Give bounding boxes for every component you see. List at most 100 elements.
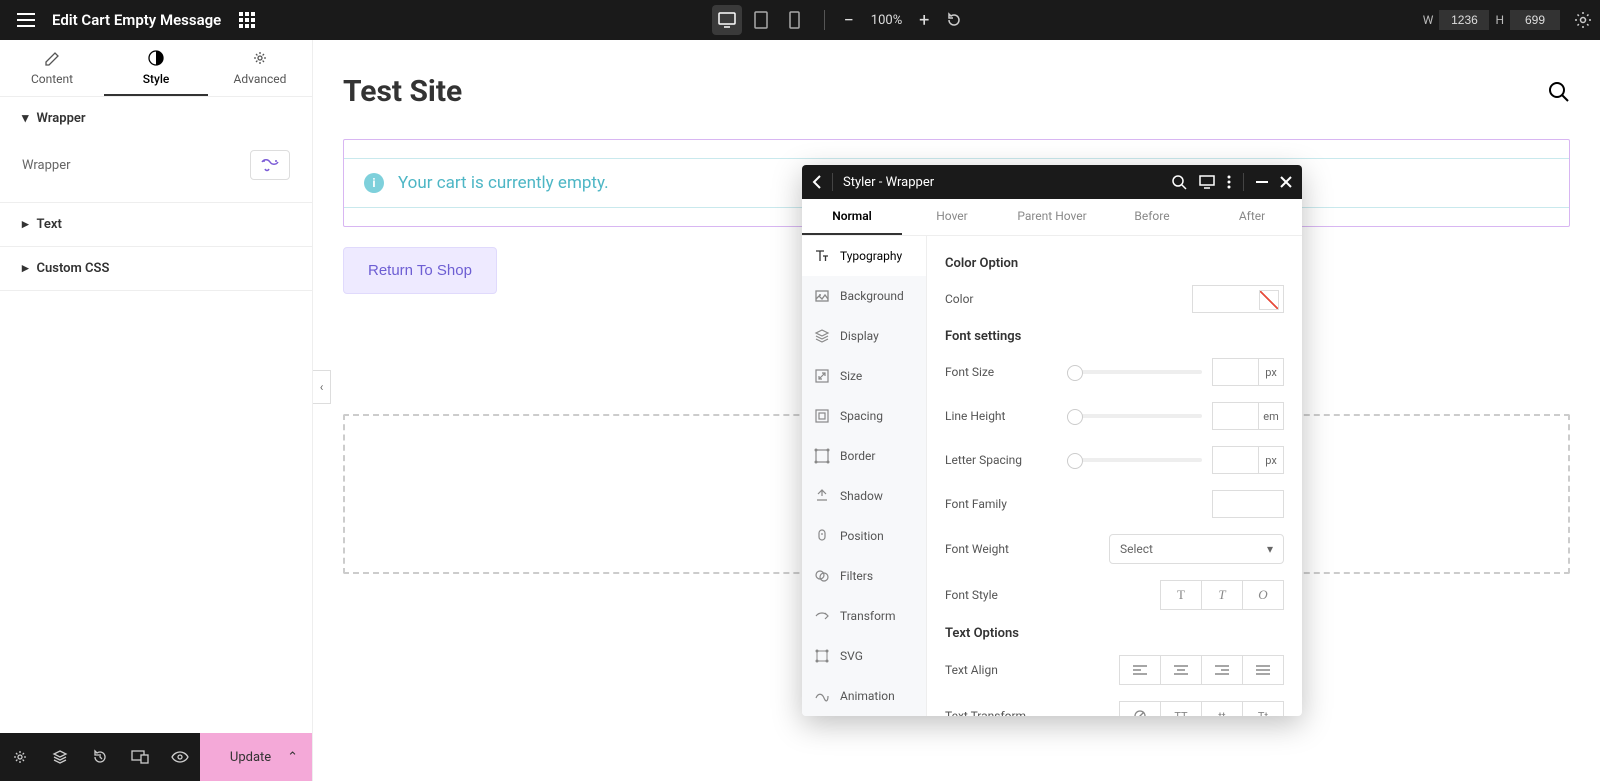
align-right[interactable]	[1201, 655, 1243, 685]
footer-history-button[interactable]	[80, 733, 120, 781]
tablet-button[interactable]	[746, 5, 776, 35]
transform-uppercase[interactable]: TT	[1160, 701, 1202, 716]
tab-advanced-label: Advanced	[234, 72, 287, 86]
font-style-normal[interactable]: T	[1160, 580, 1202, 610]
nav-border[interactable]: Border	[802, 436, 926, 476]
styler-search-button[interactable]	[1172, 175, 1187, 190]
color-option-title: Color Option	[945, 256, 1284, 271]
letter-spacing-unit[interactable]: px	[1258, 446, 1284, 474]
update-button[interactable]: Update ⌃	[200, 733, 312, 781]
footer-responsive-button[interactable]	[120, 733, 160, 781]
transform-lowercase[interactable]: tt	[1201, 701, 1243, 716]
nav-spacing[interactable]: Spacing	[802, 396, 926, 436]
nav-animation[interactable]: Animation	[802, 676, 926, 716]
transform-none[interactable]	[1119, 701, 1161, 716]
state-parent-hover[interactable]: Parent Hover	[1002, 199, 1102, 235]
align-center[interactable]	[1160, 655, 1202, 685]
state-normal[interactable]: Normal	[802, 199, 902, 235]
color-picker[interactable]	[1192, 285, 1284, 313]
close-button[interactable]	[1280, 176, 1292, 188]
font-style-group: T T O	[1160, 580, 1284, 610]
section-wrapper-header[interactable]: ▾ Wrapper	[0, 97, 312, 140]
width-input[interactable]	[1439, 10, 1489, 30]
return-to-shop-button[interactable]: Return To Shop	[343, 247, 497, 294]
caret-down-icon: ▾	[22, 111, 29, 126]
align-left[interactable]	[1119, 655, 1161, 685]
section-text: ▸ Text	[0, 203, 312, 247]
state-before[interactable]: Before	[1102, 199, 1202, 235]
transform-capitalize[interactable]: Tt	[1242, 701, 1284, 716]
styler-more-button[interactable]	[1227, 175, 1231, 189]
state-after[interactable]: After	[1202, 199, 1302, 235]
color-label: Color	[945, 292, 973, 306]
info-icon: i	[364, 173, 384, 193]
styler-content: Color Option Color Font settings Font Si…	[927, 236, 1302, 716]
nav-position[interactable]: Position	[802, 516, 926, 556]
text-options-title: Text Options	[945, 626, 1284, 641]
nav-svg[interactable]: SVG	[802, 636, 926, 676]
letter-spacing-input[interactable]	[1212, 446, 1258, 474]
font-size-unit[interactable]: px	[1258, 358, 1284, 386]
text-transform-group: TT tt Tt	[1119, 701, 1284, 716]
nav-filters[interactable]: Filters	[802, 556, 926, 596]
footer-preview-button[interactable]	[160, 733, 200, 781]
text-align-group	[1119, 655, 1284, 685]
font-size-slider[interactable]	[1067, 370, 1202, 374]
tab-style[interactable]: Style	[104, 40, 208, 96]
search-button[interactable]	[1548, 81, 1570, 103]
sidebar-collapse-button[interactable]: ‹	[313, 370, 331, 404]
styler-desktop-button[interactable]	[1199, 175, 1215, 189]
zoom-value: 100%	[871, 13, 902, 28]
mobile-button[interactable]	[780, 5, 810, 35]
font-size-input[interactable]	[1212, 358, 1258, 386]
desktop-button[interactable]	[712, 5, 742, 35]
zoom-group: − 100% +	[839, 10, 966, 31]
state-hover[interactable]: Hover	[902, 199, 1002, 235]
zoom-out-button[interactable]: −	[839, 10, 859, 31]
height-input[interactable]	[1510, 10, 1560, 30]
nav-shadow[interactable]: Shadow	[802, 476, 926, 516]
font-style-italic[interactable]: T	[1201, 580, 1243, 610]
nav-background[interactable]: Background	[802, 276, 926, 316]
section-text-header[interactable]: ▸ Text	[0, 203, 312, 246]
minimize-button[interactable]	[1256, 181, 1268, 183]
open-styler-button[interactable]	[250, 150, 290, 180]
chevron-up-icon: ⌃	[287, 750, 298, 765]
font-style-oblique[interactable]: O	[1242, 580, 1284, 610]
styler-title: Styler - Wrapper	[843, 175, 934, 190]
sidebar: Content Style Advanced ▾ Wrapper Wrapper	[0, 40, 313, 781]
sidebar-tabs: Content Style Advanced	[0, 40, 312, 97]
tab-content-label: Content	[31, 72, 73, 86]
align-justify[interactable]	[1242, 655, 1284, 685]
section-custom-css-header[interactable]: ▸ Custom CSS	[0, 247, 312, 290]
styler-header[interactable]: Styler - Wrapper	[802, 165, 1302, 199]
line-height-input[interactable]	[1212, 402, 1258, 430]
font-family-input[interactable]	[1212, 490, 1284, 518]
tab-content[interactable]: Content	[0, 40, 104, 96]
section-custom-css: ▸ Custom CSS	[0, 247, 312, 291]
cart-empty-message: Your cart is currently empty.	[398, 173, 609, 193]
line-height-slider[interactable]	[1067, 414, 1202, 418]
line-height-unit[interactable]: em	[1258, 402, 1284, 430]
tab-style-label: Style	[143, 72, 170, 86]
zoom-in-button[interactable]: +	[914, 10, 934, 31]
zoom-reset-button[interactable]	[946, 12, 966, 28]
tab-advanced[interactable]: Advanced	[208, 40, 312, 96]
update-label: Update	[214, 750, 287, 765]
menu-button[interactable]	[8, 2, 44, 38]
nav-display[interactable]: Display	[802, 316, 926, 356]
apps-button[interactable]	[239, 12, 255, 28]
back-button[interactable]	[812, 175, 822, 189]
sidebar-footer: Update ⌃	[0, 733, 312, 781]
nav-size[interactable]: Size	[802, 356, 926, 396]
font-weight-select[interactable]: Select ▾	[1109, 534, 1284, 564]
nav-transform[interactable]: Transform	[802, 596, 926, 636]
letter-spacing-slider[interactable]	[1067, 458, 1202, 462]
width-label: W	[1423, 13, 1434, 27]
footer-layers-button[interactable]	[40, 733, 80, 781]
nav-typography[interactable]: Typography	[802, 236, 927, 276]
styler-states: Normal Hover Parent Hover Before After	[802, 199, 1302, 236]
settings-button[interactable]	[1574, 11, 1592, 29]
chevron-down-icon: ▾	[1267, 542, 1273, 556]
footer-settings-button[interactable]	[0, 733, 40, 781]
